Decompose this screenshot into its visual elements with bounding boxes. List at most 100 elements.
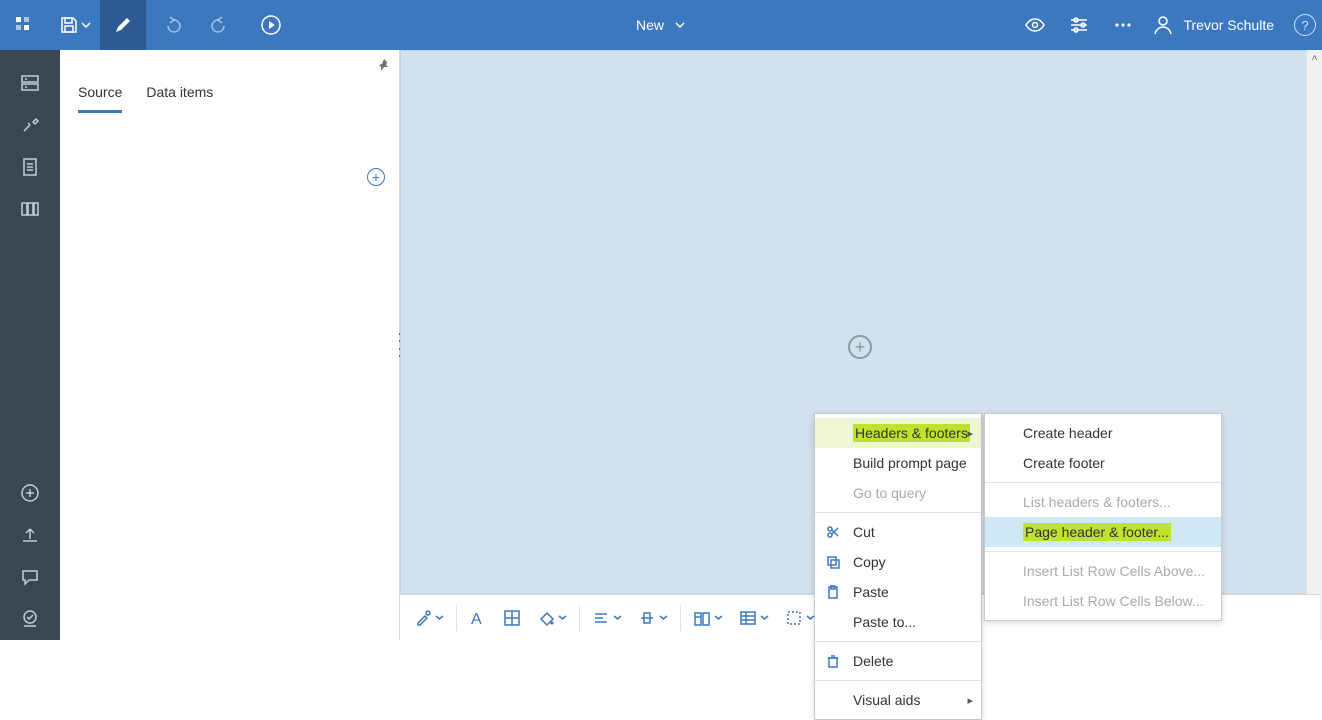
headers-footers-submenu: Create header Create footer List headers… [984,413,1222,621]
chevron-down-icon [714,613,723,622]
chevron-down-icon [558,613,567,622]
canvas-add-button[interactable]: + [848,335,872,359]
submenu-list-headers-footers: List headers & footers... [985,487,1221,517]
menu-paste-to[interactable]: Paste to... [815,607,981,637]
submenu-create-footer[interactable]: Create footer [985,448,1221,478]
group-icon [693,609,711,627]
top-right-controls: Trevor Schulte ? [1013,0,1322,50]
rail-share-button[interactable] [0,514,60,556]
group-button[interactable] [685,595,731,641]
border-icon [503,609,521,627]
side-panel: Source Data items + [60,50,400,640]
submenu-create-header[interactable]: Create header [985,418,1221,448]
chevron-down-icon [760,613,769,622]
app-home-button[interactable] [0,0,50,50]
table-icon [739,609,757,627]
report-title-dropdown[interactable]: New [636,17,686,33]
trash-icon [825,653,841,669]
submenu-page-header-footer[interactable]: Page header & footer... [985,517,1221,547]
eyedropper-button[interactable] [406,595,452,641]
select-area-icon [785,609,803,627]
rail-comment-button[interactable] [0,556,60,598]
menu-copy[interactable]: Copy [815,547,981,577]
font-button[interactable]: A [461,595,495,641]
left-rail [0,50,60,640]
hammer-icon [19,114,41,136]
vertical-scrollbar[interactable]: ˄ ˅ [1306,50,1322,640]
plus-circle-icon [19,482,41,504]
context-menu: Headers & footers Build prompt page Go t… [814,413,982,720]
edit-mode-button[interactable] [100,0,146,50]
halign-button[interactable] [584,595,630,641]
save-icon [59,15,79,35]
settings-button[interactable] [1057,0,1101,50]
run-button[interactable] [246,0,296,50]
paste-icon [825,584,841,600]
pencil-icon [113,15,133,35]
sliders-icon [1068,14,1090,36]
comment-icon [19,566,41,588]
submenu-insert-below: Insert List Row Cells Below... [985,586,1221,616]
redo-button[interactable] [196,0,246,50]
valign-button[interactable] [630,595,676,641]
scissors-icon [825,524,841,540]
side-panel-tabs: Source Data items [60,50,399,113]
eye-icon [1024,14,1046,36]
paint-bucket-icon [537,609,555,627]
save-button[interactable] [50,0,100,50]
undo-button[interactable] [146,0,196,50]
rail-validate-button[interactable] [0,598,60,640]
menu-build-prompt-page[interactable]: Build prompt page [815,448,981,478]
top-toolbar: New [0,0,1322,50]
chevron-down-icon [435,613,444,622]
report-title: New [636,17,664,33]
app-dots-icon [14,14,36,36]
copy-icon [825,554,841,570]
upload-icon [19,524,41,546]
preview-button[interactable] [1013,0,1057,50]
undo-icon [161,15,181,35]
summarize-button[interactable] [731,595,777,641]
pin-icon [377,58,391,72]
tab-source[interactable]: Source [78,84,122,113]
menu-visual-aids[interactable]: Visual aids [815,685,981,715]
align-middle-icon [638,609,656,627]
page-icon [19,156,41,178]
scroll-up-icon[interactable]: ˄ [1307,50,1322,66]
pin-panel-button[interactable] [377,58,391,72]
border-button[interactable] [495,595,529,641]
user-icon [1152,14,1174,36]
align-left-icon [592,609,610,627]
more-horizontal-icon [1112,14,1134,36]
user-name-label: Trevor Schulte [1181,17,1288,33]
tab-data-items[interactable]: Data items [146,84,213,113]
chevron-down-icon [81,20,91,30]
submenu-insert-above: Insert List Row Cells Above... [985,556,1221,586]
menu-delete[interactable]: Delete [815,646,981,676]
menu-paste[interactable]: Paste [815,577,981,607]
chevron-down-icon [674,19,686,31]
check-circle-icon [19,608,41,630]
menu-cut[interactable]: Cut [815,517,981,547]
help-button[interactable]: ? [1288,0,1322,50]
rail-pages-button[interactable] [0,146,60,188]
menu-headers-footers[interactable]: Headers & footers [815,418,981,448]
font-icon: A [469,609,487,627]
rail-data-button[interactable] [0,62,60,104]
menu-go-to-query: Go to query [815,478,981,508]
svg-text:A: A [471,611,482,627]
chevron-down-icon [613,613,622,622]
rail-toolbox-button[interactable] [0,104,60,146]
user-avatar[interactable] [1145,0,1181,50]
more-button[interactable] [1101,0,1145,50]
chevron-down-icon [659,613,668,622]
help-icon: ? [1294,14,1316,36]
server-icon [19,72,41,94]
redo-icon [211,15,231,35]
rail-add-button[interactable] [0,472,60,514]
background-button[interactable] [529,595,575,641]
play-circle-icon [260,14,282,36]
rail-queries-button[interactable] [0,188,60,230]
add-source-button[interactable]: + [367,168,385,186]
eyedropper-icon [414,609,432,627]
